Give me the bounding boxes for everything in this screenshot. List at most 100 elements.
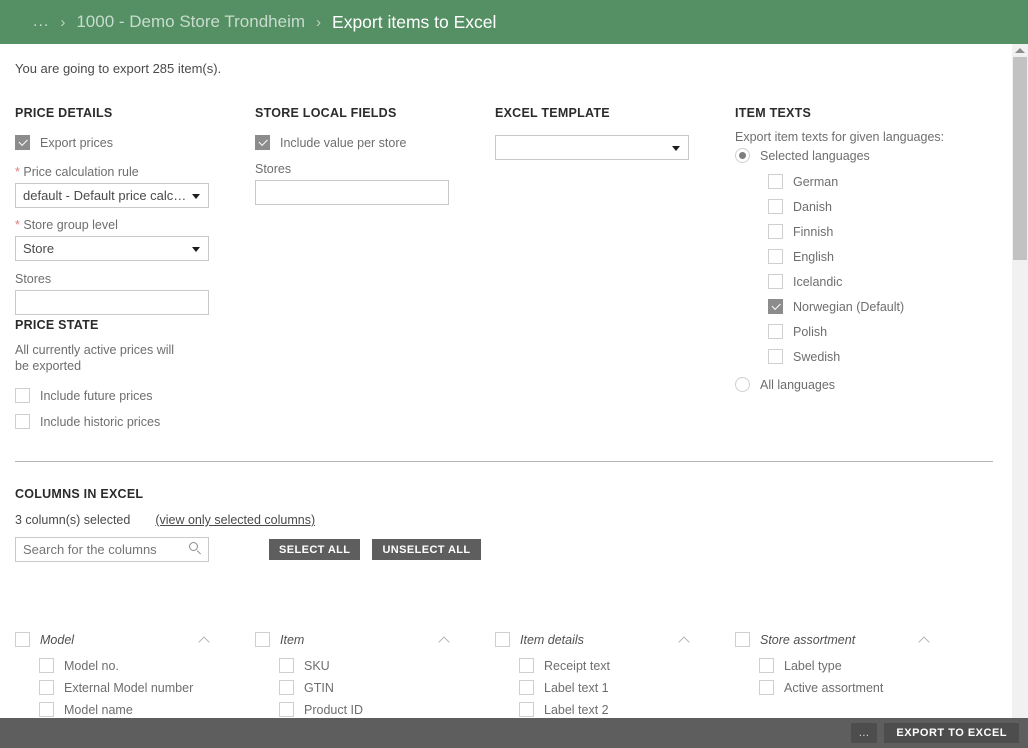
language-checkbox[interactable]	[768, 274, 783, 289]
language-label: Swedish	[793, 349, 841, 364]
column-item-row[interactable]: Label text 2	[519, 702, 735, 717]
price-calculation-rule-label-text: Price calculation rule	[23, 165, 139, 179]
language-row[interactable]: Swedish	[768, 349, 985, 364]
language-row[interactable]: German	[768, 174, 985, 189]
column-group-checkbox[interactable]	[495, 632, 510, 647]
more-actions-button[interactable]: …	[851, 723, 878, 743]
selected-languages-radio-row[interactable]: Selected languages	[735, 148, 985, 163]
scrollbar-thumb[interactable]	[1013, 57, 1027, 260]
price-calculation-rule-select[interactable]: default - Default price calc…	[15, 183, 209, 208]
column-group-header[interactable]: Model	[15, 632, 211, 647]
export-prices-label: Export prices	[40, 135, 113, 150]
column-item-checkbox[interactable]	[39, 658, 54, 673]
excel-template-title: EXCEL TEMPLATE	[495, 106, 610, 120]
unselect-all-button[interactable]: UNSELECT ALL	[372, 539, 481, 560]
include-future-prices-row[interactable]: Include future prices	[15, 388, 215, 403]
column-group-checkbox[interactable]	[255, 632, 270, 647]
price-stores-field: Stores	[15, 272, 215, 315]
language-row[interactable]: Finnish	[768, 224, 985, 239]
all-languages-radio-row[interactable]: All languages	[735, 377, 985, 392]
column-group-header[interactable]: Item	[255, 632, 451, 647]
column-item-checkbox[interactable]	[279, 658, 294, 673]
language-label: Norwegian (Default)	[793, 299, 905, 314]
price-stores-input[interactable]	[15, 290, 209, 315]
column-item-label: Model no.	[64, 658, 119, 673]
breadcrumb-ellipsis[interactable]: ...	[33, 13, 49, 31]
column-group-checkbox[interactable]	[735, 632, 750, 647]
column-item-checkbox[interactable]	[279, 680, 294, 695]
column-item-row[interactable]: Receipt text	[519, 658, 735, 673]
column-group-checkbox[interactable]	[15, 632, 30, 647]
language-row[interactable]: Danish	[768, 199, 985, 214]
include-value-per-store-checkbox[interactable]	[255, 135, 270, 150]
column-item-checkbox[interactable]	[279, 702, 294, 717]
price-state-section: PRICE STATE All currently active prices …	[15, 318, 215, 429]
select-all-button[interactable]: SELECT ALL	[269, 539, 361, 560]
search-columns-wrapper	[15, 537, 209, 562]
column-item-row[interactable]: Product ID	[279, 702, 495, 717]
column-item-row[interactable]: SKU	[279, 658, 495, 673]
column-item-checkbox[interactable]	[39, 702, 54, 717]
chevron-down-icon	[192, 246, 200, 252]
local-stores-input[interactable]	[255, 180, 449, 205]
search-columns-input[interactable]	[15, 537, 209, 562]
price-calculation-rule-label: * Price calculation rule	[15, 165, 215, 179]
chevron-down-icon	[192, 193, 200, 199]
column-item-checkbox[interactable]	[759, 658, 774, 673]
store-group-level-field: * Store group level Store	[15, 218, 215, 261]
column-item-row[interactable]: Model no.	[39, 658, 255, 673]
column-item-checkbox[interactable]	[39, 680, 54, 695]
column-item-row[interactable]: Model name	[39, 702, 255, 717]
export-prices-checkbox[interactable]	[15, 135, 30, 150]
language-label: English	[793, 249, 834, 264]
export-prices-row[interactable]: Export prices	[15, 135, 215, 150]
scroll-up-arrow-icon[interactable]	[1015, 46, 1025, 54]
column-item-row[interactable]: Label type	[759, 658, 975, 673]
language-checkbox[interactable]	[768, 299, 783, 314]
all-languages-radio[interactable]	[735, 377, 750, 392]
column-group-header[interactable]: Item details	[495, 632, 691, 647]
include-historic-prices-checkbox[interactable]	[15, 414, 30, 429]
vertical-scrollbar[interactable]	[1012, 44, 1028, 718]
language-row[interactable]: Polish	[768, 324, 985, 339]
language-checkbox-list: German Danish Finnish English Icelandic Norwe…	[768, 174, 985, 364]
breadcrumb-store[interactable]: 1000 - Demo Store Trondheim	[76, 12, 305, 32]
language-row[interactable]: English	[768, 249, 985, 264]
chevron-up-icon[interactable]	[919, 634, 931, 646]
include-future-prices-checkbox[interactable]	[15, 388, 30, 403]
column-group-label: Store assortment	[760, 632, 856, 647]
export-to-excel-button[interactable]: EXPORT TO EXCEL	[884, 723, 1019, 743]
language-checkbox[interactable]	[768, 349, 783, 364]
column-item-row[interactable]: Active assortment	[759, 680, 975, 695]
selected-languages-radio[interactable]	[735, 148, 750, 163]
language-row[interactable]: Icelandic	[768, 274, 985, 289]
column-item-checkbox[interactable]	[519, 680, 534, 695]
chevron-up-icon[interactable]	[199, 634, 211, 646]
bottom-action-bar: … EXPORT TO EXCEL	[0, 718, 1028, 748]
language-row[interactable]: Norwegian (Default)	[768, 299, 985, 314]
column-group-header[interactable]: Store assortment	[735, 632, 931, 647]
chevron-up-icon[interactable]	[439, 634, 451, 646]
column-item-label: Label type	[784, 658, 842, 673]
language-checkbox[interactable]	[768, 249, 783, 264]
column-group: Model Model no. External Model number Model…	[15, 632, 255, 718]
language-checkbox[interactable]	[768, 324, 783, 339]
store-group-level-label: * Store group level	[15, 218, 215, 232]
store-group-level-select[interactable]: Store	[15, 236, 209, 261]
column-item-checkbox[interactable]	[759, 680, 774, 695]
column-item-row[interactable]: Label text 1	[519, 680, 735, 695]
column-item-checkbox[interactable]	[519, 702, 534, 717]
selected-count-text: 3 column(s) selected	[15, 513, 131, 527]
column-item-row[interactable]: GTIN	[279, 680, 495, 695]
chevron-up-icon[interactable]	[679, 634, 691, 646]
language-checkbox[interactable]	[768, 199, 783, 214]
include-historic-prices-row[interactable]: Include historic prices	[15, 414, 215, 429]
language-checkbox[interactable]	[768, 224, 783, 239]
view-only-selected-columns-link[interactable]: (view only selected columns)	[155, 513, 315, 527]
language-checkbox[interactable]	[768, 174, 783, 189]
column-item-checkbox[interactable]	[519, 658, 534, 673]
column-item-row[interactable]: External Model number	[39, 680, 255, 695]
include-value-per-store-row[interactable]: Include value per store	[255, 135, 455, 150]
excel-template-select[interactable]	[495, 135, 689, 160]
breadcrumb-separator-1: ›	[60, 13, 66, 31]
